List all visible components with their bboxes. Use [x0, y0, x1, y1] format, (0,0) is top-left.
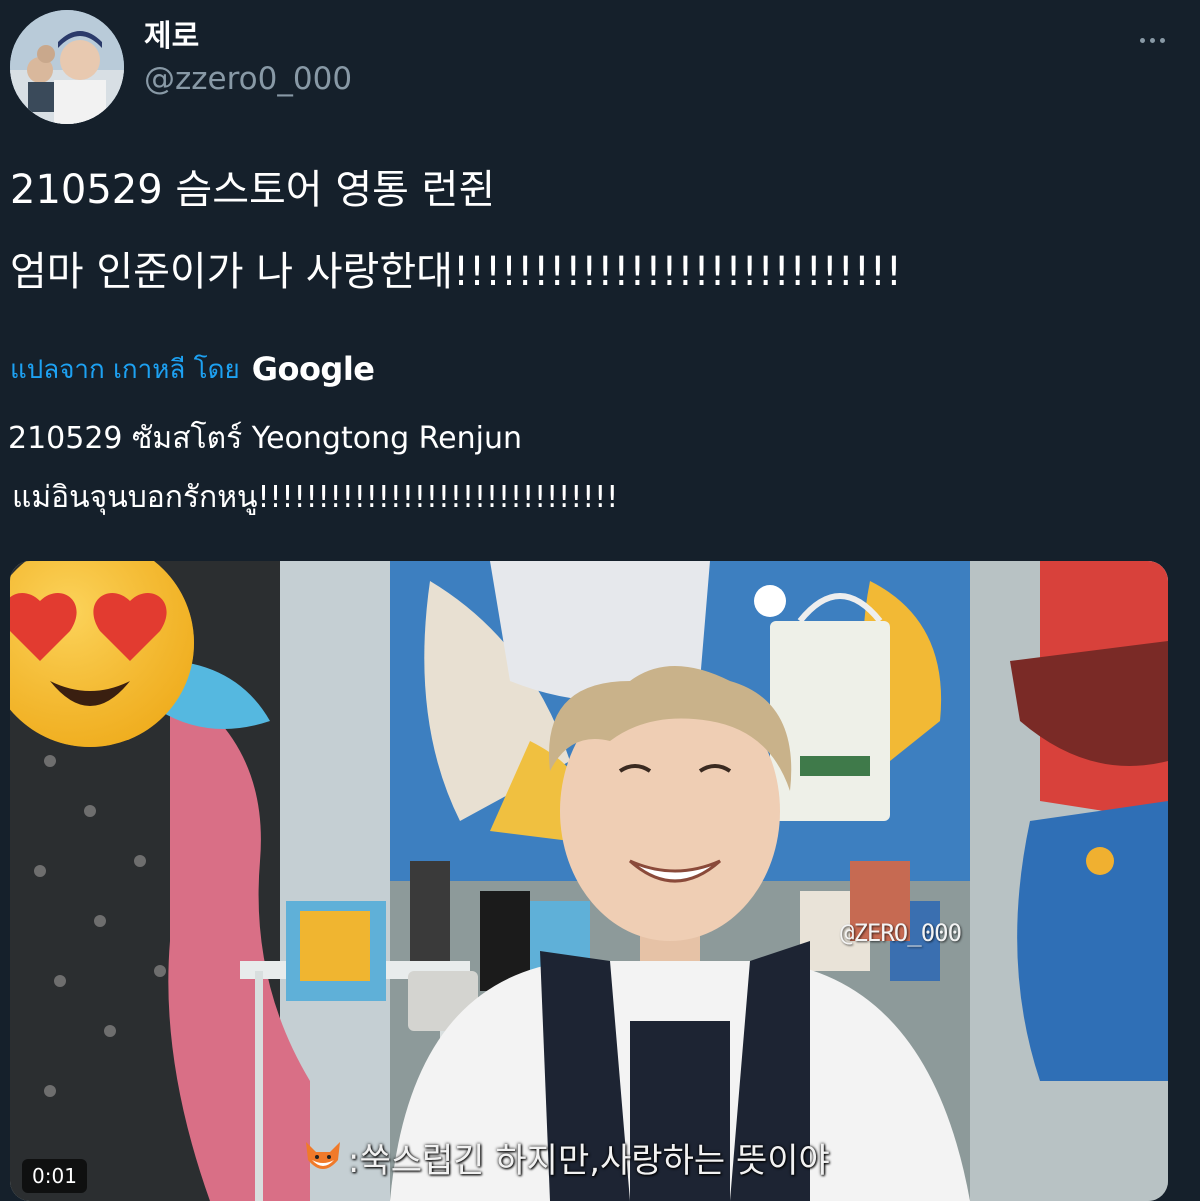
- video-subtitle: :쑥스럽긴 하지만,사랑하는 뜻이야: [302, 1133, 830, 1182]
- translation-attribution: แปลจาก เกาหลี โดย Google: [10, 346, 375, 392]
- video-watermark: @ZERO_000: [840, 919, 962, 947]
- translated-text-line: 210529 ซัมสโตร์ Yeongtong Renjun: [8, 421, 522, 456]
- author-handle[interactable]: @zzero0_000: [144, 60, 352, 98]
- fox-icon: [306, 1141, 340, 1169]
- author-display-name[interactable]: 제로: [144, 18, 199, 56]
- tweet-text-line: 엄마 인준이가 나 사랑한대!!!!!!!!!!!!!!!!!!!!!!!!!!…: [10, 249, 902, 295]
- translated-from-link[interactable]: แปลจาก เกาหลี โดย: [10, 349, 240, 390]
- video-player[interactable]: @ZERO_000 :쑥스럽긴 하지만,사랑하는 뜻이야 0:01: [10, 561, 1168, 1201]
- tweet-text-line: 210529 슴스토어 영통 런쥔: [10, 167, 496, 213]
- more-horizontal-icon: [1149, 37, 1155, 43]
- avatar-photo: [10, 10, 124, 124]
- translated-text-line: แม่อินจุนบอกรักหนู!!!!!!!!!!!!!!!!!!!!!!…: [12, 480, 619, 515]
- more-horizontal-icon: [1139, 37, 1145, 43]
- subtitle-text: :쑥스럽긴 하지만,사랑하는 뜻이야: [348, 1141, 830, 1181]
- google-logo: Google: [251, 350, 375, 388]
- video-frame: [10, 561, 1168, 1201]
- more-options-button[interactable]: [1132, 24, 1172, 56]
- more-horizontal-icon: [1159, 37, 1165, 43]
- author-avatar[interactable]: [10, 10, 124, 124]
